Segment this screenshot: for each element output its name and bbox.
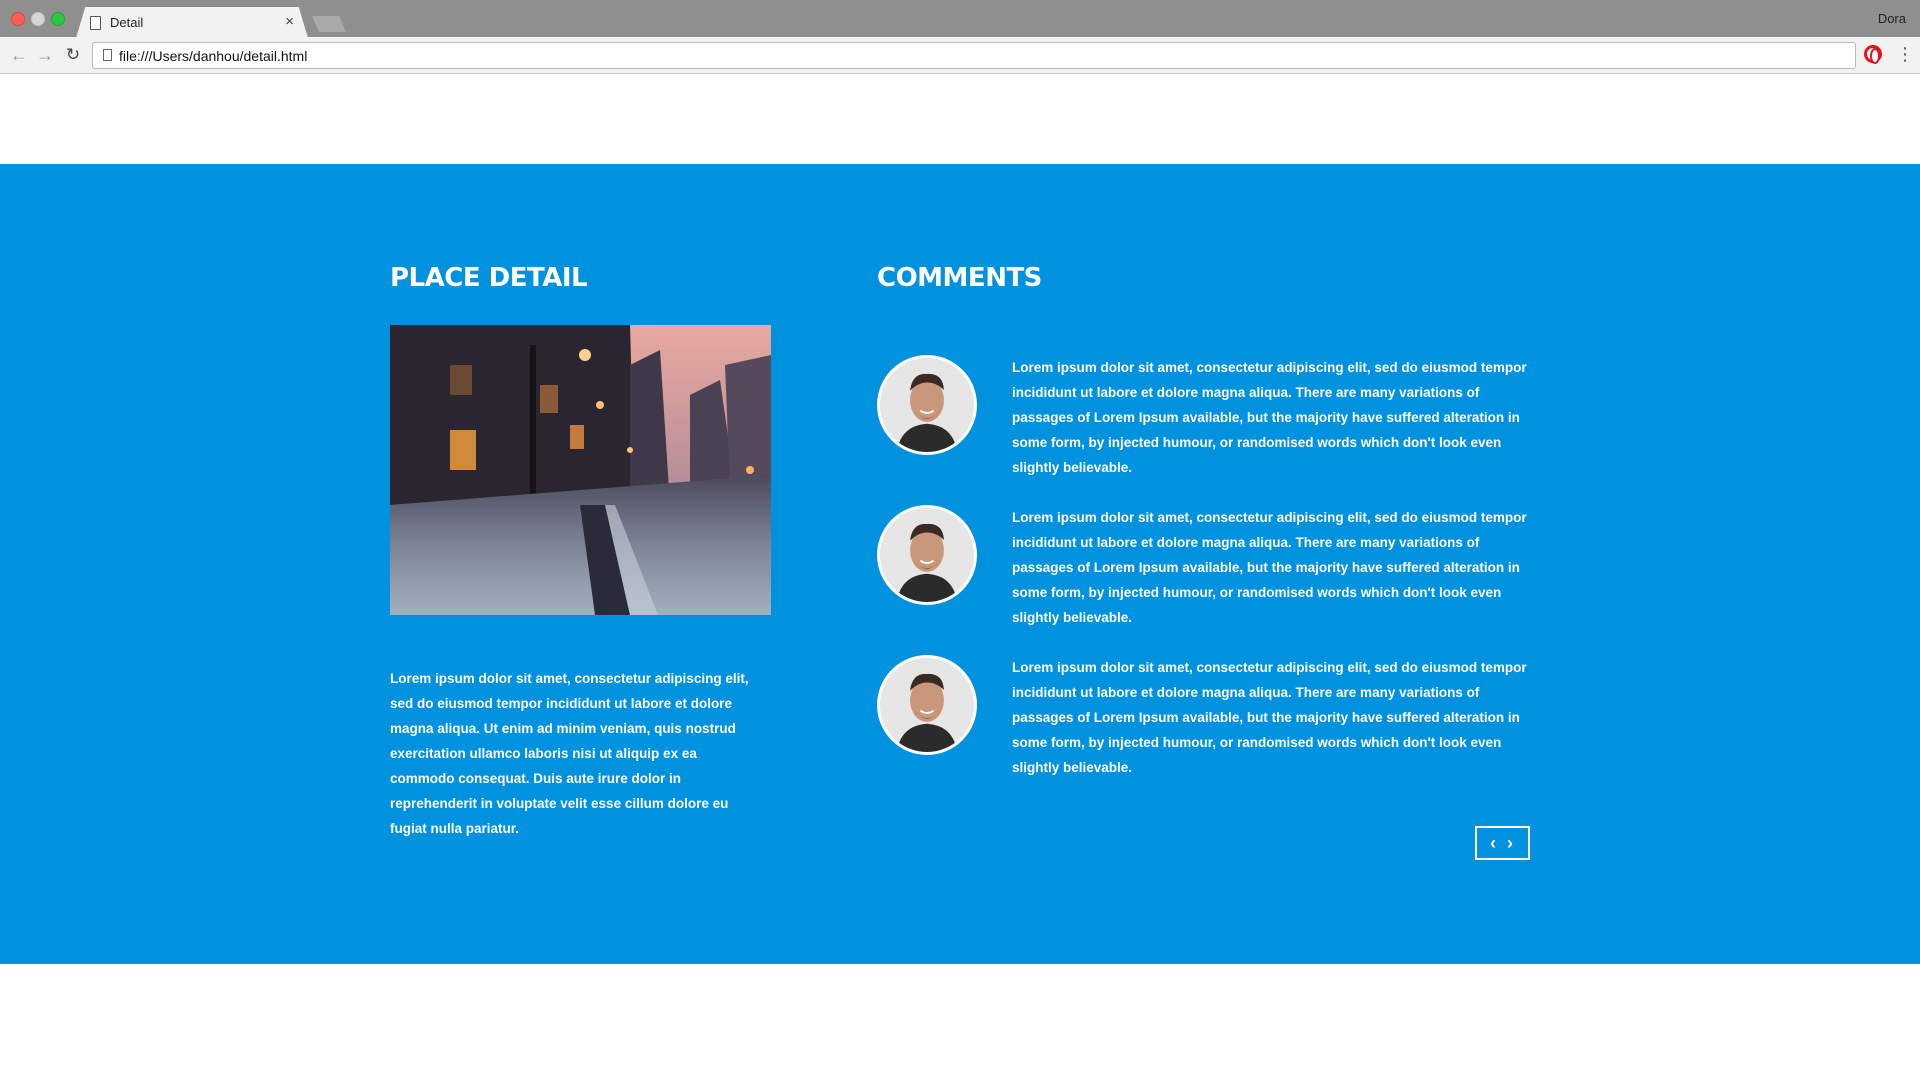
new-tab-button[interactable] xyxy=(312,16,346,32)
comment-text: Lorem ipsum dolor sit amet, consectetur … xyxy=(1012,360,1527,475)
comment-text: Lorem ipsum dolor sit amet, consectetur … xyxy=(1012,510,1527,625)
place-description: Lorem ipsum dolor sit amet, consectetur … xyxy=(390,671,749,836)
browser-tab-bar: Detail × Dora xyxy=(0,0,1920,38)
address-url[interactable]: file:///Users/danhou/detail.html xyxy=(119,48,307,64)
forward-arrow-icon[interactable]: → xyxy=(34,44,56,66)
profile-name[interactable]: Dora xyxy=(1878,11,1906,26)
address-bar[interactable]: file:///Users/danhou/detail.html xyxy=(92,42,1856,69)
detail-section: PLACE DETAIL Lorem ipsum dolor sit amet,… xyxy=(0,164,1920,964)
comment-item: Lorem ipsum dolor sit amet, consectetur … xyxy=(877,505,1532,625)
city-street-image xyxy=(390,325,771,615)
window-close-button[interactable] xyxy=(11,12,25,26)
chevron-right-icon[interactable]: › xyxy=(1507,833,1513,853)
place-photo xyxy=(390,325,771,615)
commenter-avatar xyxy=(877,655,977,755)
browser-toolbar: ← → ↻ file:///Users/danhou/detail.html ⋮ xyxy=(0,37,1920,74)
smiling-man-avatar-icon xyxy=(880,508,974,602)
reload-icon[interactable]: ↻ xyxy=(62,44,84,66)
comment-item: Lorem ipsum dolor sit amet, consectetur … xyxy=(877,355,1532,475)
comments-pager: ‹ › xyxy=(1475,826,1530,860)
tab-close-icon[interactable]: × xyxy=(285,13,294,30)
window-maximize-button[interactable] xyxy=(51,12,65,26)
commenter-avatar xyxy=(877,505,977,605)
file-icon xyxy=(103,49,112,61)
comment-item: Lorem ipsum dolor sit amet, consectetur … xyxy=(877,655,1532,775)
page-icon xyxy=(90,16,101,30)
comments-heading: COMMENTS xyxy=(877,263,1042,293)
kebab-menu-icon[interactable]: ⋮ xyxy=(1896,43,1914,65)
window-minimize-button[interactable] xyxy=(31,12,45,26)
chevron-left-icon[interactable]: ‹ xyxy=(1490,833,1496,853)
smiling-man-avatar-icon xyxy=(880,358,974,452)
comment-text: Lorem ipsum dolor sit amet, consectetur … xyxy=(1012,660,1527,775)
browser-tab-detail[interactable]: Detail × xyxy=(76,7,308,38)
commenter-avatar xyxy=(877,355,977,455)
opera-extension-icon[interactable] xyxy=(1864,45,1882,64)
back-arrow-icon[interactable]: ← xyxy=(8,44,30,66)
smiling-man-avatar-icon xyxy=(880,658,974,752)
place-detail-heading: PLACE DETAIL xyxy=(390,263,588,293)
tab-title: Detail xyxy=(110,15,144,30)
